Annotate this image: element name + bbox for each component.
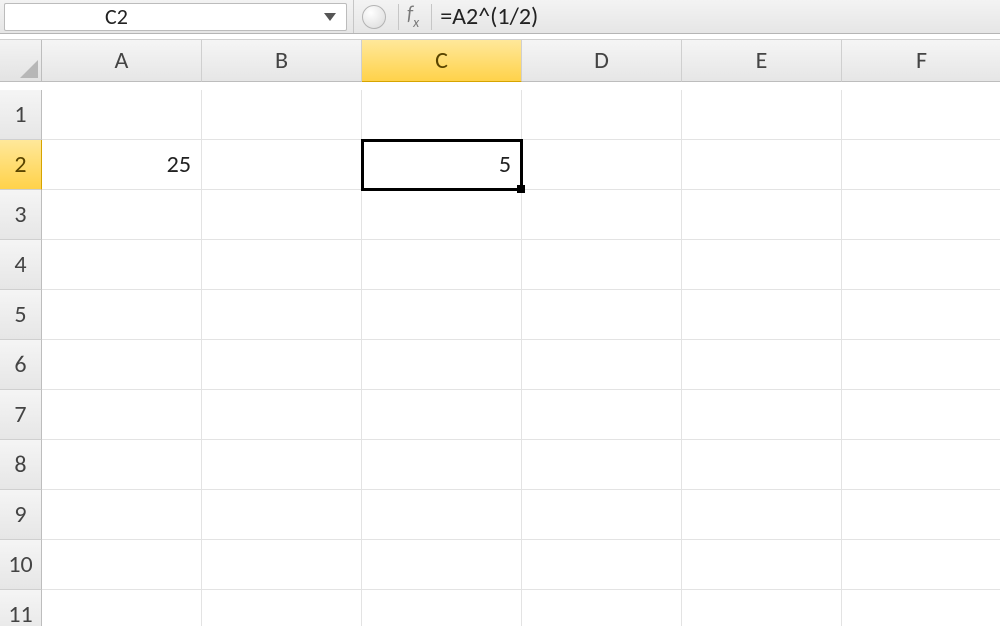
cell-F9[interactable] [842,490,1000,540]
cell-D7[interactable] [522,390,682,440]
cell-C1[interactable] [362,90,522,140]
cell-B6[interactable] [202,340,362,390]
cell-A11[interactable] [42,590,202,626]
cell-D3[interactable] [522,190,682,240]
column-header-F[interactable]: F [842,40,1000,82]
cell-C7[interactable] [362,390,522,440]
cell-B9[interactable] [202,490,362,540]
cell-A8[interactable] [42,440,202,490]
cell-C10[interactable] [362,540,522,590]
cell-F8[interactable] [842,440,1000,490]
cell-A1[interactable] [42,90,202,140]
cell-E4[interactable] [682,240,842,290]
cell-D5[interactable] [522,290,682,340]
row-header-9[interactable]: 9 [0,490,42,540]
cell-E2[interactable] [682,140,842,190]
cell-E9[interactable] [682,490,842,540]
cell-D9[interactable] [522,490,682,540]
cell-B3[interactable] [202,190,362,240]
column-header-A[interactable]: A [42,40,202,82]
name-box[interactable]: C2 [4,3,347,31]
formula-area: fx =A2^(1/2) [354,0,1000,33]
row-header-5[interactable]: 5 [0,290,42,340]
cell-E6[interactable] [682,340,842,390]
cell-F7[interactable] [842,390,1000,440]
cell-B5[interactable] [202,290,362,340]
cell-C2[interactable]: 5 [362,140,522,190]
cell-D1[interactable] [522,90,682,140]
formula-input[interactable]: =A2^(1/2) [436,2,1000,31]
column-header-B[interactable]: B [202,40,362,82]
cell-B4[interactable] [202,240,362,290]
row-header-2[interactable]: 2 [0,140,42,190]
divider [398,4,399,30]
cell-B1[interactable] [202,90,362,140]
column-header-E[interactable]: E [682,40,842,82]
row-header-8[interactable]: 8 [0,440,42,490]
row-header-6[interactable]: 6 [0,340,42,390]
cell-F5[interactable] [842,290,1000,340]
column-header-C[interactable]: C [362,40,522,82]
cell-E5[interactable] [682,290,842,340]
formula-bar: C2 fx =A2^(1/2) [0,0,1000,34]
cell-D4[interactable] [522,240,682,290]
cell-A5[interactable] [42,290,202,340]
divider [431,4,432,30]
cell-D6[interactable] [522,340,682,390]
name-box-value: C2 [105,3,128,30]
row-header-4[interactable]: 4 [0,240,42,290]
cell-D2[interactable] [522,140,682,190]
cell-E7[interactable] [682,390,842,440]
row-header-3[interactable]: 3 [0,190,42,240]
cell-C4[interactable] [362,240,522,290]
cell-F1[interactable] [842,90,1000,140]
name-box-wrap: C2 [0,0,354,33]
cell-F3[interactable] [842,190,1000,240]
cell-C11[interactable] [362,590,522,626]
cell-D11[interactable] [522,590,682,626]
cell-F6[interactable] [842,340,1000,390]
cell-A3[interactable] [42,190,202,240]
cell-E11[interactable] [682,590,842,626]
cell-A10[interactable] [42,540,202,590]
row-header-7[interactable]: 7 [0,390,42,440]
cell-D10[interactable] [522,540,682,590]
column-header-D[interactable]: D [522,40,682,82]
cell-A9[interactable] [42,490,202,540]
cell-F2[interactable] [842,140,1000,190]
cell-C5[interactable] [362,290,522,340]
cell-E8[interactable] [682,440,842,490]
select-all-corner[interactable] [0,40,42,82]
cell-E10[interactable] [682,540,842,590]
cell-C8[interactable] [362,440,522,490]
cell-B11[interactable] [202,590,362,626]
cell-C3[interactable] [362,190,522,240]
cell-F10[interactable] [842,540,1000,590]
row-header-10[interactable]: 10 [0,540,42,590]
cell-F11[interactable] [842,590,1000,626]
cancel-formula-button[interactable] [362,5,386,29]
cell-D8[interactable] [522,440,682,490]
cell-C9[interactable] [362,490,522,540]
chevron-down-icon[interactable] [324,13,336,21]
cell-C6[interactable] [362,340,522,390]
cell-A4[interactable] [42,240,202,290]
cell-B10[interactable] [202,540,362,590]
cell-A7[interactable] [42,390,202,440]
row-header-1[interactable]: 1 [0,90,42,140]
cell-A2[interactable]: 25 [42,140,202,190]
cell-F4[interactable] [842,240,1000,290]
cell-B7[interactable] [202,390,362,440]
cell-E3[interactable] [682,190,842,240]
cell-B2[interactable] [202,140,362,190]
cell-E1[interactable] [682,90,842,140]
cell-A6[interactable] [42,340,202,390]
spreadsheet-grid: ABCDEF1225534567891011 [0,40,1000,626]
fx-icon[interactable]: fx [407,2,419,29]
row-header-11[interactable]: 11 [0,590,42,626]
cell-B8[interactable] [202,440,362,490]
